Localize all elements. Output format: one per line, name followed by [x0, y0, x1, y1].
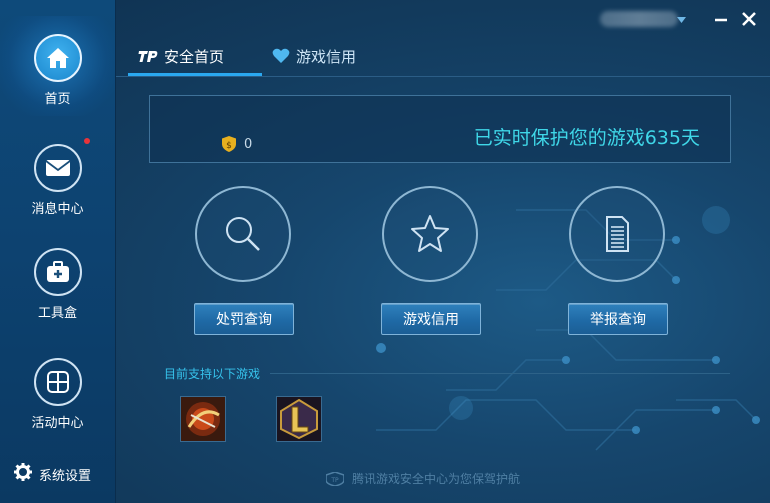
tp-logo-icon: TP [326, 471, 344, 486]
footer: TP 腾讯游戏安全中心为您保驾护航 [326, 470, 520, 487]
svg-text:$: $ [226, 141, 232, 151]
report-query-circle[interactable] [569, 186, 665, 282]
supported-games-label: 目前支持以下游戏 [164, 367, 261, 381]
title-bar [116, 0, 770, 38]
game-credit-button[interactable]: 游戏信用 [381, 303, 481, 335]
svg-text:TP: TP [330, 477, 339, 484]
tab-label: 游戏信用 [296, 47, 357, 66]
sidebar-item-toolbox[interactable]: 工具盒 [0, 248, 115, 321]
settings-label: 系统设置 [39, 468, 92, 484]
tab-label: 安全首页 [164, 47, 225, 66]
app-window: 首页 消息中心 工具盒 活动中心 系统设置 安全首页 游戏信用 $ 0 已实时保… [0, 0, 770, 503]
protection-days-text: 已实时保护您的游戏635天 [473, 127, 700, 149]
grid-icon [33, 358, 82, 406]
active-tab-indicator [128, 73, 262, 76]
settings-button[interactable]: 系统设置 [14, 462, 91, 486]
toolbox-icon [33, 248, 82, 296]
star-icon [411, 215, 449, 252]
sidebar-item-label: 工具盒 [37, 306, 77, 321]
lol-game-icon[interactable] [276, 396, 322, 442]
sidebar-item-label: 活动中心 [31, 416, 84, 431]
minimize-button[interactable] [712, 10, 730, 28]
home-icon [33, 34, 82, 82]
report-query-button[interactable]: 举报查询 [568, 303, 668, 335]
sidebar: 首页 消息中心 工具盒 活动中心 系统设置 [0, 0, 116, 503]
user-account-blurred[interactable] [600, 11, 678, 27]
coin-balance: $ 0 [222, 136, 252, 152]
close-button[interactable] [740, 10, 758, 28]
sidebar-item-events[interactable]: 活动中心 [0, 358, 115, 431]
dropdown-arrow-icon[interactable] [677, 17, 686, 23]
penalty-query-button[interactable]: 处罚查询 [194, 303, 294, 335]
tab-game-credit[interactable]: 游戏信用 [272, 38, 356, 74]
document-icon [606, 216, 629, 252]
footer-text: 腾讯游戏安全中心为您保驾护航 [352, 472, 521, 486]
tab-security-home[interactable]: 安全首页 [128, 38, 262, 76]
coin-shield-icon: $ [222, 136, 236, 152]
dnf-game-icon[interactable] [180, 396, 226, 442]
minimize-icon [715, 18, 727, 22]
divider [270, 373, 730, 374]
mail-icon [33, 144, 82, 192]
tp-logo-icon [138, 50, 158, 62]
game-credit-circle[interactable] [382, 186, 478, 282]
sidebar-item-home[interactable]: 首页 [0, 34, 115, 107]
tab-bar: 安全首页 游戏信用 [116, 38, 770, 77]
search-icon [226, 217, 260, 251]
penalty-query-circle[interactable] [195, 186, 291, 282]
sidebar-item-messages[interactable]: 消息中心 [0, 144, 115, 217]
heart-icon [272, 48, 290, 63]
gear-icon [14, 463, 32, 485]
notification-dot [84, 138, 90, 144]
close-icon [742, 12, 756, 26]
sidebar-item-label: 首页 [44, 92, 71, 107]
coin-value: 0 [244, 136, 253, 152]
sidebar-item-label: 消息中心 [31, 202, 84, 217]
protection-banner: $ 0 已实时保护您的游戏635天 [149, 95, 731, 163]
